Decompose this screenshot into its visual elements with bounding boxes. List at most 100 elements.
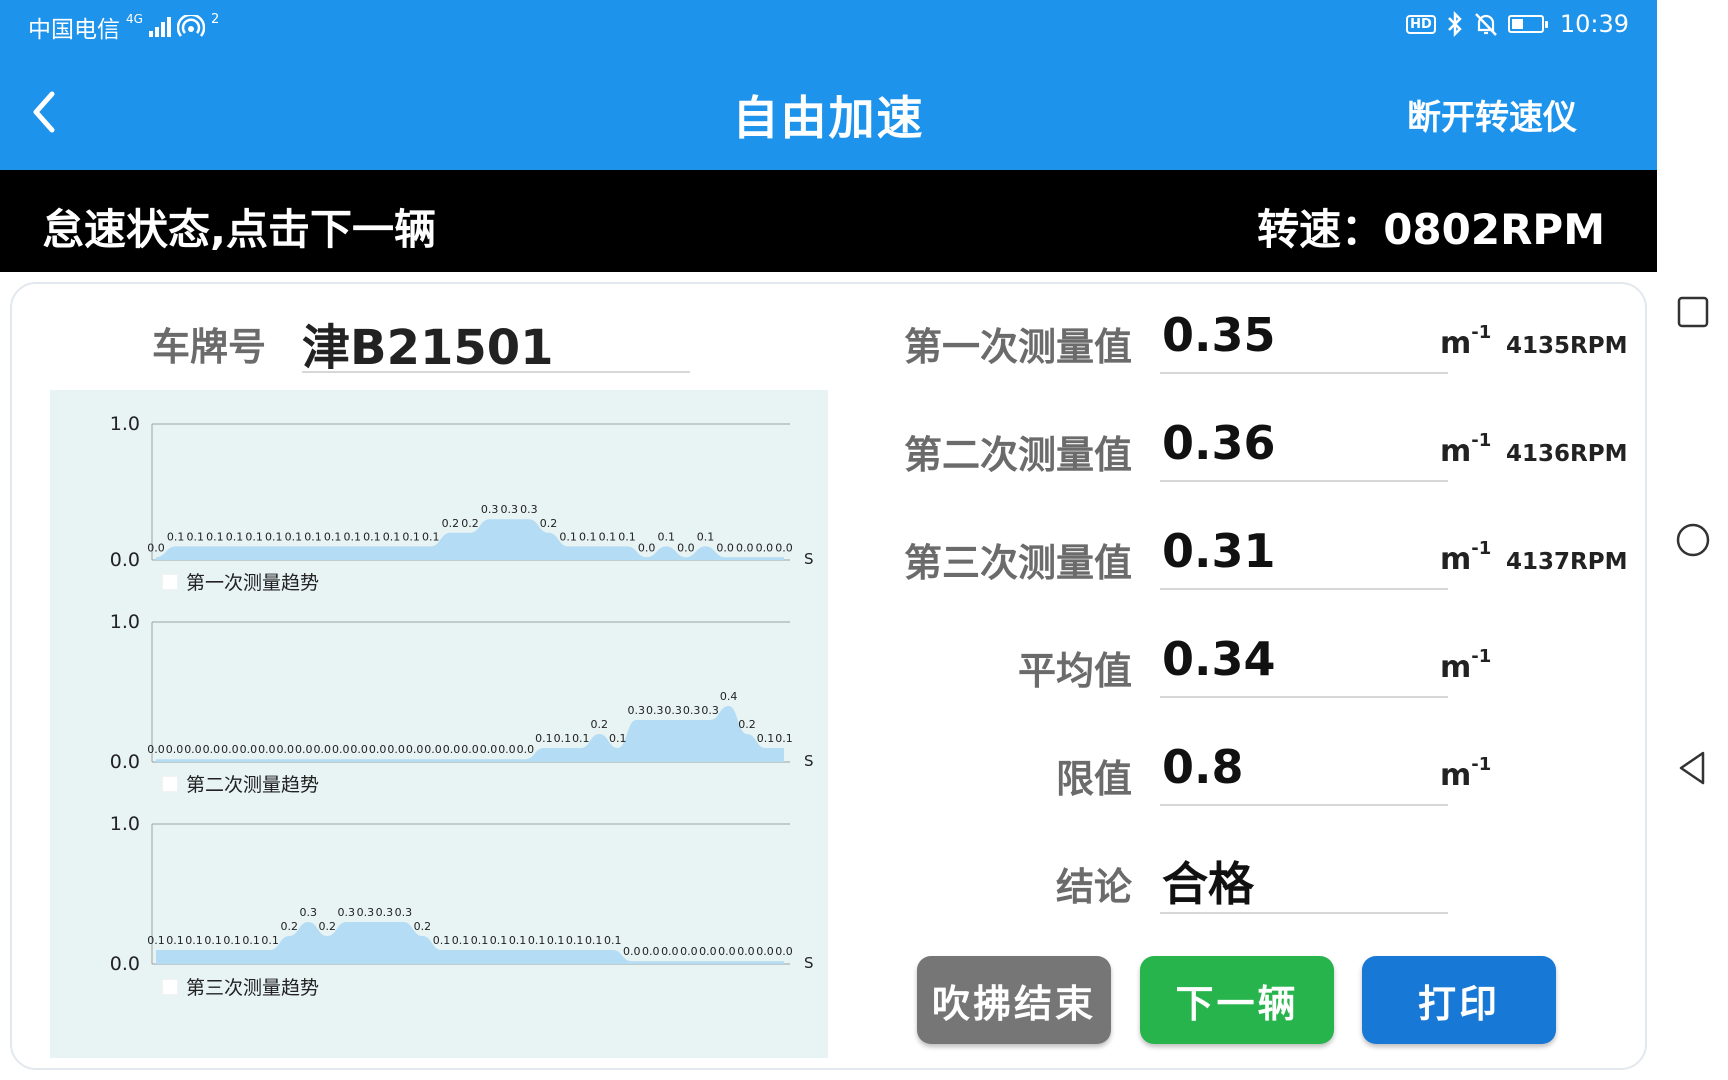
data-label: 0.2 bbox=[461, 517, 479, 530]
data-label: 0.1 bbox=[775, 732, 793, 745]
data-label: 0.0 bbox=[240, 743, 258, 756]
data-label: 0.0 bbox=[623, 945, 641, 958]
data-label: 0.1 bbox=[547, 934, 565, 947]
y-tick-label: 0.0 bbox=[110, 751, 140, 773]
trend-charts-panel: 1.0 0.0 S 0.0 0.1 0.1 0.1 0.1 0.1 0.1 0.1 0.1 0.1 0.1… bbox=[50, 390, 828, 1058]
trend-charts: 1.00.0 S0.00.1 0.1 0.1 0.1 0.1 0.1 0.1 0.1 0.1 0.1… bbox=[110, 413, 814, 975]
data-label: 0.1 bbox=[285, 530, 303, 543]
data-label: 0.1 bbox=[535, 732, 553, 745]
data-label: 0.0 bbox=[406, 743, 424, 756]
data-label: 0.0 bbox=[221, 743, 239, 756]
measurement-2-rpm: 4136RPM bbox=[1506, 441, 1628, 467]
average-label: 平均值 bbox=[1017, 649, 1132, 693]
plate-number: 津B21501 bbox=[302, 320, 554, 376]
back-nav-icon[interactable] bbox=[1673, 748, 1713, 788]
data-label: 0.1 bbox=[599, 530, 617, 543]
measurement-1-rpm: 4135RPM bbox=[1506, 333, 1628, 359]
unit-exponent: -1 bbox=[1471, 430, 1492, 451]
bluetooth-icon bbox=[1447, 11, 1462, 37]
data-label: 0.2 bbox=[591, 718, 609, 731]
status-time: 10:39 bbox=[1559, 10, 1629, 38]
data-label: 0.0 bbox=[680, 945, 698, 958]
data-label: 0.1 bbox=[185, 934, 203, 947]
conclusion-value: 合格 bbox=[1162, 857, 1254, 911]
x-unit-label: S bbox=[804, 550, 814, 568]
status-bar-right: HD 10:39 bbox=[1406, 10, 1629, 38]
data-label: 0.1 bbox=[585, 934, 603, 947]
data-label: 0.1 bbox=[344, 530, 362, 543]
measurement-3-underline bbox=[1160, 588, 1448, 590]
x-unit-label: S bbox=[804, 752, 814, 770]
legend-trend-2: 第二次测量趋势 bbox=[162, 770, 319, 797]
recent-apps-icon[interactable] bbox=[1673, 292, 1713, 332]
home-icon[interactable] bbox=[1673, 520, 1713, 560]
data-label: 0.0 bbox=[480, 743, 498, 756]
data-label: 0.1 bbox=[697, 530, 715, 543]
data-label: 0.1 bbox=[383, 530, 401, 543]
data-label: 0.0 bbox=[387, 743, 405, 756]
data-label: 0.1 bbox=[618, 530, 636, 543]
data-label: 0.1 bbox=[658, 530, 676, 543]
disconnect-tachometer-button[interactable]: 断开转速仪 bbox=[1407, 90, 1577, 139]
data-label: 0.0 bbox=[203, 743, 221, 756]
data-label: 0.1 bbox=[245, 530, 263, 543]
data-label: 0.1 bbox=[166, 934, 184, 947]
data-label: 0.1 bbox=[559, 530, 577, 543]
legend-label: 第一次测量趋势 bbox=[186, 572, 320, 594]
data-label: 0.3 bbox=[376, 906, 394, 919]
measurement-1-value: 0.35 bbox=[1162, 308, 1276, 362]
data-label: 0.3 bbox=[481, 503, 499, 516]
average-unit: m-1 bbox=[1440, 646, 1491, 685]
data-label: 0.0 bbox=[718, 945, 736, 958]
carrier-name: 中国电信 bbox=[28, 17, 120, 43]
legend-trend-3: 第三次测量趋势 bbox=[162, 973, 319, 1000]
limit-label: 限值 bbox=[1055, 757, 1132, 801]
data-label: 0.4 bbox=[720, 690, 738, 703]
next-vehicle-button[interactable]: 下一辆 bbox=[1140, 956, 1334, 1044]
data-label: 0.1 bbox=[579, 530, 597, 543]
data-label: 0.2 bbox=[738, 718, 756, 731]
legend-label: 第二次测量趋势 bbox=[186, 774, 320, 796]
legend-swatch bbox=[162, 775, 178, 792]
data-label: 0.3 bbox=[299, 906, 317, 919]
data-label: 0.1 bbox=[566, 934, 584, 947]
data-label: 0.0 bbox=[716, 541, 734, 554]
print-button[interactable]: 打印 bbox=[1362, 956, 1556, 1044]
rpm-readout: 转速：0802RPM bbox=[1257, 196, 1605, 257]
data-label: 0.1 bbox=[206, 530, 224, 543]
rpm-value: 0802RPM bbox=[1383, 205, 1605, 254]
data-label: 0.1 bbox=[304, 530, 322, 543]
data-label: 0.0 bbox=[498, 743, 516, 756]
data-label: 0.2 bbox=[442, 517, 460, 530]
data-label: 0.3 bbox=[683, 704, 701, 717]
data-label: 0.0 bbox=[461, 743, 479, 756]
limit-unit: m-1 bbox=[1440, 754, 1491, 793]
measurement-2-label: 第二次测量值 bbox=[903, 433, 1132, 477]
data-label: 0.0 bbox=[184, 743, 202, 756]
data-label: 0.1 bbox=[509, 934, 527, 947]
y-tick-label: 0.0 bbox=[110, 549, 140, 571]
x-unit-label: S bbox=[804, 954, 814, 972]
data-label: 0.0 bbox=[369, 743, 387, 756]
data-label: 0.1 bbox=[609, 732, 627, 745]
unit-exponent: -1 bbox=[1471, 538, 1492, 559]
data-label: 0.3 bbox=[338, 906, 356, 919]
system-nav-bar bbox=[1657, 0, 1728, 1080]
data-label: 0.3 bbox=[627, 704, 645, 717]
measurement-3-label: 第三次测量值 bbox=[903, 541, 1132, 585]
status-message: 怠速状态,点击下一辆 bbox=[42, 205, 436, 254]
measurement-1-unit: m-1 bbox=[1440, 322, 1491, 361]
measurement-1-underline bbox=[1160, 372, 1448, 374]
blow-end-button[interactable]: 吹拂结束 bbox=[917, 956, 1111, 1044]
data-label: 0.1 bbox=[757, 732, 775, 745]
data-label: 0.0 bbox=[332, 743, 350, 756]
data-label: 0.3 bbox=[357, 906, 375, 919]
plate-label: 车牌号 bbox=[152, 325, 267, 369]
unit-exponent: -1 bbox=[1471, 754, 1492, 775]
conclusion-label: 结论 bbox=[1055, 865, 1132, 909]
legend-swatch bbox=[162, 573, 178, 590]
data-label: 0.3 bbox=[501, 503, 519, 516]
data-label: 0.0 bbox=[756, 541, 774, 554]
conclusion-underline bbox=[1160, 912, 1448, 914]
legend-swatch bbox=[162, 978, 178, 995]
